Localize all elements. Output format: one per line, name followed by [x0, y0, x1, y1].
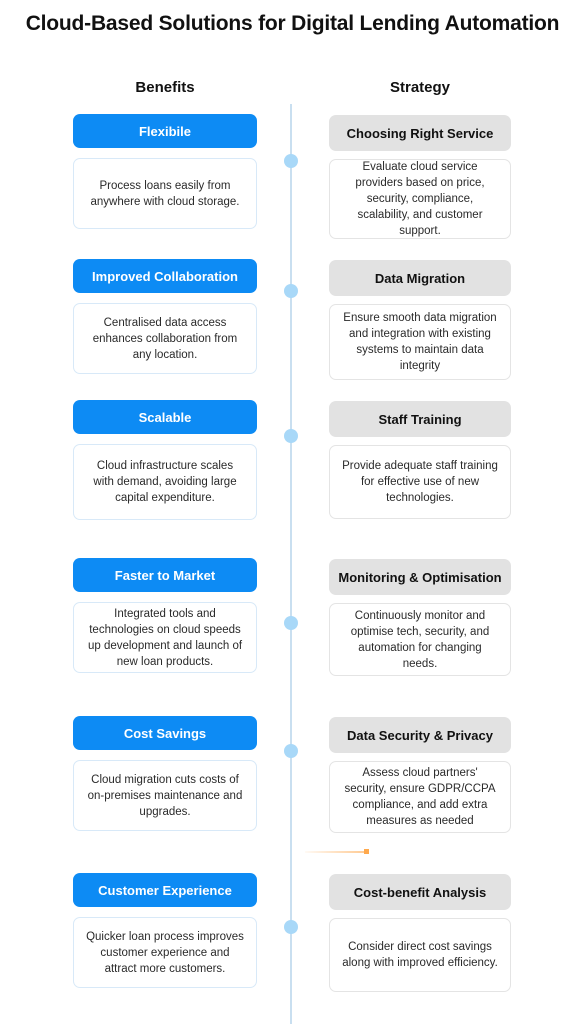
benefit-card: Integrated tools and technologies on clo…	[73, 602, 257, 673]
benefit-pill[interactable]: Customer Experience	[73, 873, 257, 907]
strategy-card: Provide adequate staff training for effe…	[329, 445, 511, 519]
strategy-card: Ensure smooth data migration and integra…	[329, 304, 511, 380]
strategy-card: Consider direct cost savings along with …	[329, 918, 511, 992]
benefit-card: Cloud migration cuts costs of on-premise…	[73, 760, 257, 831]
column-header-benefits: Benefits	[135, 79, 195, 96]
benefit-pill[interactable]: Improved Collaboration	[73, 259, 257, 293]
benefit-pill[interactable]: Cost Savings	[73, 716, 257, 750]
column-header-strategy: Strategy	[389, 79, 451, 96]
benefit-card: Centralised data access enhances collabo…	[73, 303, 257, 374]
accent-connector-line	[305, 851, 365, 853]
strategy-pill[interactable]: Data Migration	[329, 260, 511, 296]
benefit-card: Process loans easily from anywhere with …	[73, 158, 257, 229]
benefit-card: Quicker loan process improves customer e…	[73, 917, 257, 988]
benefit-pill[interactable]: Scalable	[73, 400, 257, 434]
timeline-dot-1	[284, 154, 298, 168]
timeline-axis	[290, 104, 292, 1024]
strategy-pill[interactable]: Staff Training	[329, 401, 511, 437]
strategy-pill[interactable]: Data Security & Privacy	[329, 717, 511, 753]
timeline-dot-5	[284, 744, 298, 758]
timeline-dot-3	[284, 429, 298, 443]
page-title: Cloud-Based Solutions for Digital Lendin…	[25, 12, 560, 35]
benefit-pill[interactable]: Faster to Market	[73, 558, 257, 592]
strategy-card: Assess cloud partners' security, ensure …	[329, 761, 511, 833]
strategy-card: Evaluate cloud service providers based o…	[329, 159, 511, 239]
strategy-card: Continuously monitor and optimise tech, …	[329, 603, 511, 676]
timeline-dot-4	[284, 616, 298, 630]
timeline-dot-2	[284, 284, 298, 298]
accent-connector-dot	[364, 849, 369, 854]
benefit-card: Cloud infrastructure scales with demand,…	[73, 444, 257, 520]
benefit-pill[interactable]: Flexibile	[73, 114, 257, 148]
timeline-dot-6	[284, 920, 298, 934]
strategy-pill[interactable]: Monitoring & Optimisation	[329, 559, 511, 595]
strategy-pill[interactable]: Cost-benefit Analysis	[329, 874, 511, 910]
strategy-pill[interactable]: Choosing Right Service	[329, 115, 511, 151]
